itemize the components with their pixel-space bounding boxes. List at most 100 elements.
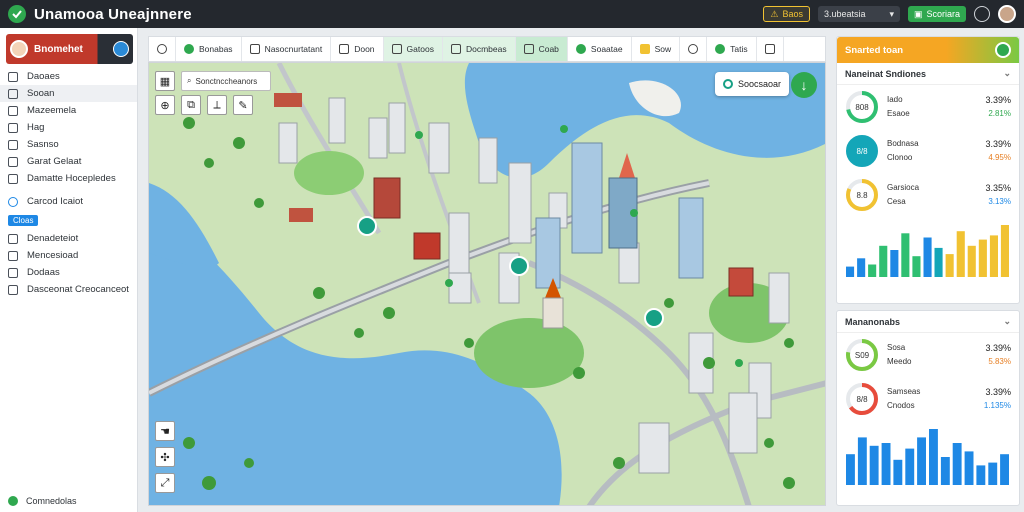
tab-10[interactable]: Tatis xyxy=(707,37,757,61)
warning-chip-label: Baos xyxy=(782,9,803,19)
map-menu-button[interactable]: ▦ xyxy=(155,71,175,91)
map-canvas[interactable] xyxy=(149,63,826,506)
map-pin-icon[interactable] xyxy=(560,125,568,133)
sidebar-item-1[interactable]: Sooan xyxy=(0,85,137,102)
map-layer-pill-label: Soocsaoar xyxy=(737,79,781,89)
tab-9[interactable] xyxy=(680,37,708,61)
tab-8[interactable]: Sow xyxy=(632,37,681,61)
bar xyxy=(945,254,954,277)
map-pin-icon[interactable] xyxy=(415,131,423,139)
bar xyxy=(881,443,891,485)
tab-7[interactable]: Soaatae xyxy=(568,37,632,61)
map-pin-icon[interactable] xyxy=(735,359,743,367)
card-title-label: Naneinat Sndiones xyxy=(845,68,927,79)
tab-5[interactable]: Docmbeas xyxy=(442,37,516,61)
card-title[interactable]: Naneinat Sndiones ⌄ xyxy=(837,63,1019,85)
refresh-icon[interactable] xyxy=(995,42,1011,58)
expand-icon: ⤢ xyxy=(160,476,170,489)
stats-header: Snarted toan xyxy=(837,37,1019,63)
bar xyxy=(857,258,866,277)
map-tool-2[interactable]: ⧉ xyxy=(181,95,201,115)
tab-1[interactable]: Bonabas xyxy=(176,37,242,61)
tab-4[interactable]: Gatoos xyxy=(383,37,443,61)
tab-label: Gatoos xyxy=(406,44,434,54)
sidebar-item-10[interactable]: Dasceonat Creocanceot xyxy=(0,281,137,298)
card-title[interactable]: Mananonabs ⌄ xyxy=(837,311,1019,333)
metric-row[interactable]: 8/8 Bodnasa Clonoo 3.39% 4.95% xyxy=(837,129,1019,173)
sidebar-item-6[interactable]: Damatte Hocepledes xyxy=(0,170,137,187)
progress-ring: 8/8 xyxy=(846,135,878,167)
sidebar-item-8[interactable]: Mencesioad xyxy=(0,247,137,264)
sidebar-item-9[interactable]: Dodaas xyxy=(0,264,137,281)
map-pin-icon[interactable] xyxy=(630,209,638,217)
logo-icon xyxy=(8,5,26,23)
view-dropdown-label: 3.ubeatsia xyxy=(823,9,866,19)
fullscreen-button[interactable]: ⤢ xyxy=(155,473,175,493)
bar xyxy=(857,437,867,485)
leaf-icon xyxy=(715,44,726,54)
arrow-down-icon: ↓ xyxy=(800,77,808,93)
bar xyxy=(917,437,926,485)
sidebar-item-label: Hag xyxy=(27,122,45,133)
bar xyxy=(923,237,932,277)
sidebar-tag[interactable]: Cloas xyxy=(8,215,39,226)
map-pin-icon[interactable] xyxy=(445,279,453,287)
help-icon[interactable] xyxy=(974,6,990,22)
metric-row[interactable]: 808 Iado Esaoe 3.39% 2.81% xyxy=(837,85,1019,129)
map-pin-icon[interactable] xyxy=(644,308,664,328)
city-map[interactable]: ▦ ⌕ Sonctnccheanors ⊕ ⧉ ⟂ ✎ Soocsaoar ↓ … xyxy=(148,62,826,506)
message-icon xyxy=(8,250,18,261)
warning-chip[interactable]: ⚠ Baos xyxy=(763,6,810,22)
tab-2[interactable]: Nasocnurtatant xyxy=(242,37,332,61)
sidebar-item-4[interactable]: Sasnso xyxy=(0,136,137,153)
tab-label: Coab xyxy=(538,44,559,54)
profile-avatar[interactable] xyxy=(10,40,28,58)
bar xyxy=(956,231,965,277)
stats-card-1: Snarted toan Naneinat Sndiones ⌄ 808 Iado… xyxy=(836,36,1020,304)
metric-row[interactable]: 8.8 Garsioca Cesa 3.35% 3.13% xyxy=(837,173,1019,217)
map-search-text: Sonctnccheanors xyxy=(195,76,258,86)
metric-value: 3.39% xyxy=(985,95,1011,105)
metric-row[interactable]: 8/8 Samseas Cnodos 3.39% 1.135% xyxy=(837,377,1019,421)
sidebar-item-7[interactable]: Denadeteiot xyxy=(0,230,137,247)
map-tool-4[interactable]: ✎ xyxy=(233,95,253,115)
bar xyxy=(869,445,879,485)
metric-sub: Meedo xyxy=(887,357,912,366)
user-avatar[interactable] xyxy=(998,5,1016,23)
locate-button[interactable]: ✣ xyxy=(155,447,175,467)
chevron-down-icon[interactable]: ⌄ xyxy=(1003,68,1011,79)
chevron-down-icon[interactable]: ⌄ xyxy=(1003,316,1011,327)
layers-icon xyxy=(523,44,534,54)
sidebar-toggle-button[interactable] xyxy=(113,41,129,57)
sidebar-item-section[interactable]: Carcod Icaiot xyxy=(0,193,137,210)
download-button[interactable]: ↓ xyxy=(791,72,817,98)
metric-delta: 2.81% xyxy=(988,109,1011,118)
tab-label: Bonabas xyxy=(199,44,233,54)
view-dropdown[interactable]: 3.ubeatsia ▾ xyxy=(817,6,900,22)
map-pin-icon[interactable] xyxy=(357,216,377,236)
tab-0[interactable] xyxy=(149,37,176,61)
sidebar-footer[interactable]: Comnedolas xyxy=(8,496,77,506)
tab-11[interactable] xyxy=(757,37,784,61)
map-pin-icon[interactable] xyxy=(509,256,529,276)
map-tool-3[interactable]: ⟂ xyxy=(207,95,227,115)
map-tool-1[interactable]: ⊕ xyxy=(155,95,175,115)
metric-name: Iado xyxy=(887,95,903,104)
globe-icon xyxy=(157,44,167,54)
stats-header-label: Snarted toan xyxy=(845,44,904,56)
circle-icon xyxy=(575,44,586,54)
bar xyxy=(929,429,938,485)
sidebar-item-3[interactable]: Hag xyxy=(0,119,137,136)
zoom-in-button[interactable]: ☚ xyxy=(155,421,175,441)
tab-3[interactable]: Doon xyxy=(331,37,384,61)
sidebar-item-5[interactable]: Garat Gelaat xyxy=(0,153,137,170)
tab-6[interactable]: Coab xyxy=(515,37,568,61)
document-icon xyxy=(8,233,18,244)
sidebar-item-0[interactable]: Daoaes xyxy=(0,68,137,85)
sidebar-item-2[interactable]: Mazeemela xyxy=(0,102,137,119)
action-button[interactable]: ▣ Scoriara xyxy=(907,6,966,22)
metric-row[interactable]: S09 Sosa Meedo 3.39% 5.83% xyxy=(837,333,1019,377)
map-layer-pill[interactable]: Soocsaoar xyxy=(714,72,789,96)
map-search-input[interactable]: ⌕ Sonctnccheanors xyxy=(181,71,271,91)
settings-icon xyxy=(8,284,18,295)
